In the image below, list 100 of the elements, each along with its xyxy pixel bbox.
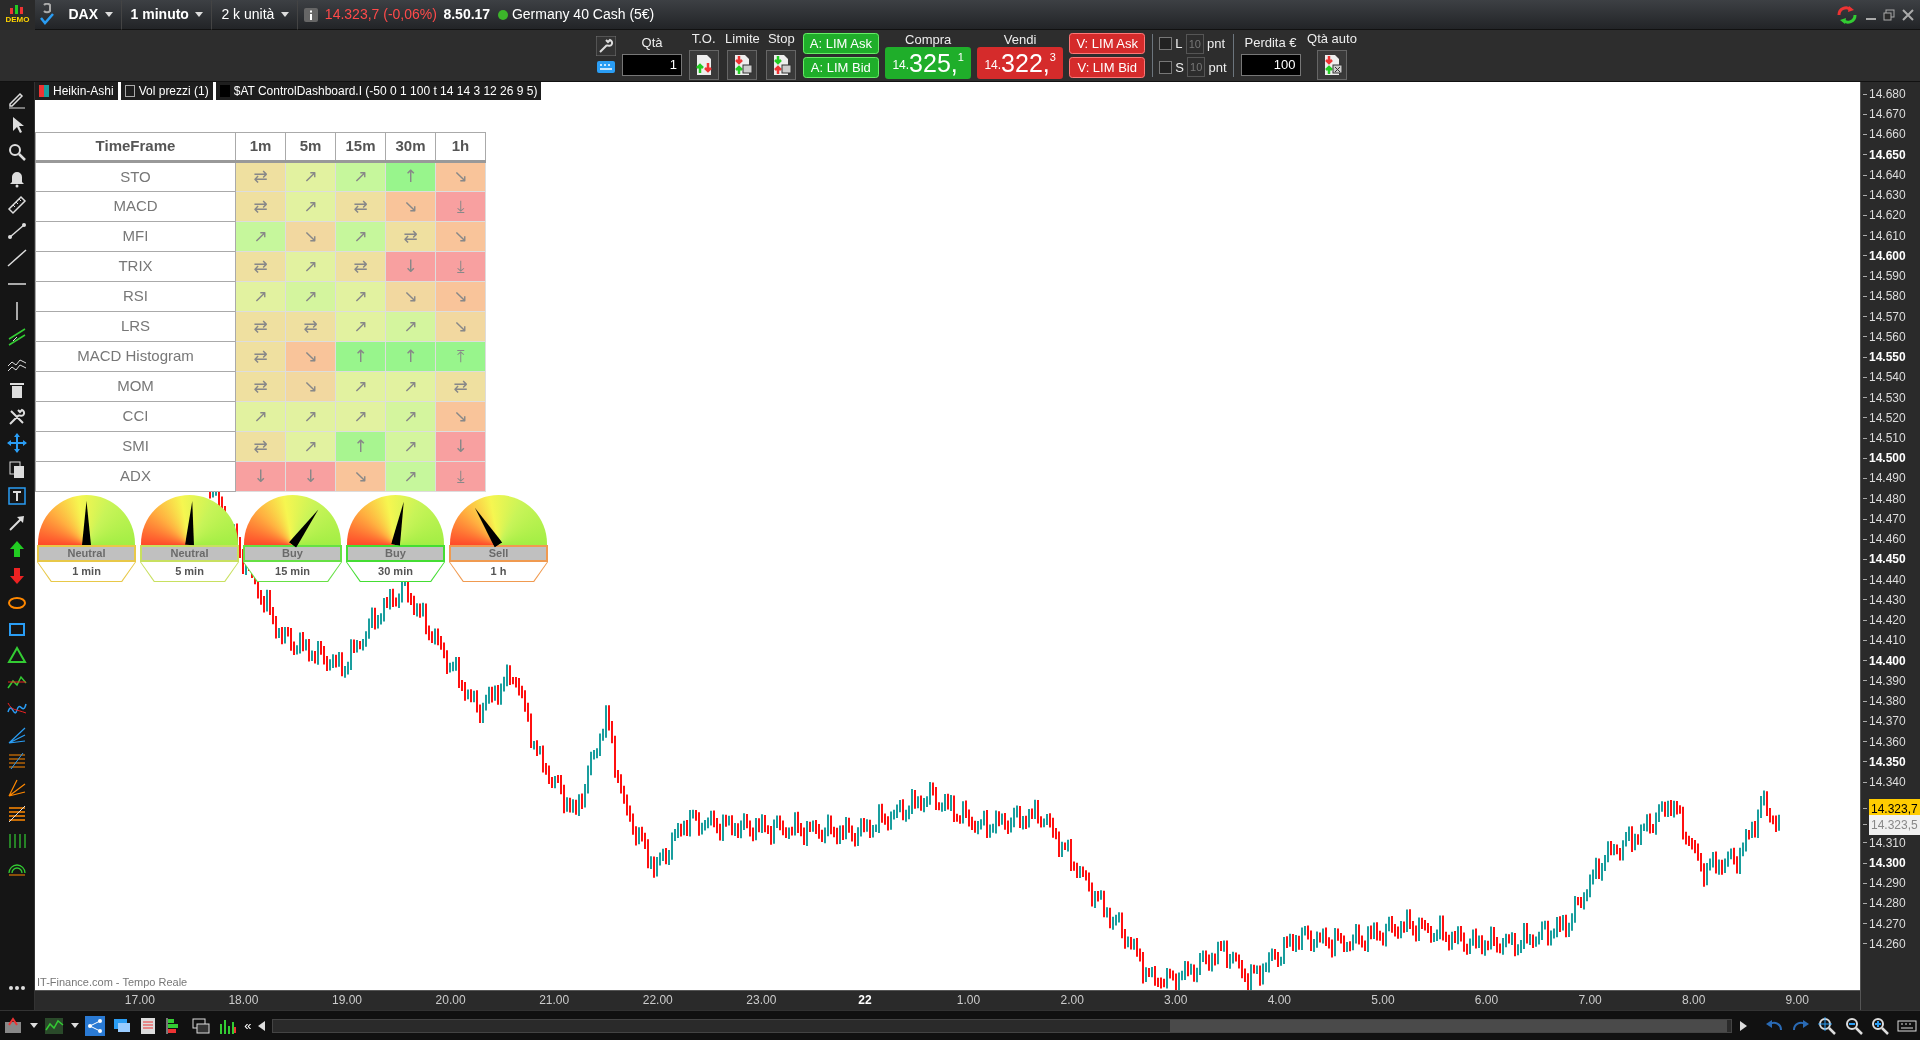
price-axis-label: 14.530 (1869, 389, 1906, 407)
keyboard-icon[interactable] (595, 59, 616, 76)
price-axis-label: 14.570 (1869, 308, 1906, 326)
more-icon[interactable] (8, 984, 26, 991)
zoom-out-icon[interactable] (1843, 1015, 1864, 1036)
zoom-fit-icon[interactable] (1817, 1015, 1838, 1036)
logo-text: DEMO (5, 13, 30, 26)
column-header: 5m (285, 132, 336, 162)
refresh-arrows-icon[interactable] (1836, 4, 1858, 25)
short-checkbox[interactable] (1159, 60, 1173, 74)
time-axis-label: 6.00 (1473, 992, 1500, 1009)
trend-arrow-cell: ↗ (285, 251, 336, 282)
close-icon[interactable] (1901, 8, 1914, 21)
trend-arrow-cell: ↘ (435, 401, 486, 432)
trend-arrow-cell: ↘ (435, 281, 486, 312)
price-axis-label: 14.270 (1869, 915, 1906, 933)
trend-arrow-cell: ↗ (385, 371, 436, 402)
units-dropdown[interactable]: 2 k unità (212, 0, 298, 30)
symbol-dropdown[interactable]: DAX (59, 0, 122, 30)
limit-order-button[interactable] (727, 49, 758, 80)
pages-icon[interactable] (7, 459, 27, 480)
price-axis-label: 14.440 (1869, 571, 1906, 589)
caret-icon[interactable] (70, 1023, 79, 1028)
unit-label: pnt (1207, 36, 1226, 52)
ruler-icon[interactable] (7, 194, 27, 215)
trash-icon[interactable] (7, 380, 27, 400)
stop-order-button[interactable] (766, 49, 797, 80)
price-axis-label: 14.430 (1869, 591, 1906, 609)
info-icon[interactable] (304, 8, 319, 23)
price-axis-label: 14.610 (1869, 227, 1906, 245)
auto-quantity-button[interactable] (1316, 49, 1347, 80)
chart-lines-icon[interactable] (44, 1015, 65, 1036)
parallel-lines-icon[interactable] (7, 327, 27, 347)
tools-icon[interactable] (7, 406, 27, 427)
indicator-name: CCI (35, 401, 236, 432)
time-axis-label: 5.00 (1370, 992, 1396, 1009)
trend-arrow-cell: ⇄ (235, 341, 286, 372)
indicator-name: MOM (35, 371, 236, 402)
stacked-lines-icon[interactable] (7, 804, 27, 824)
trend-arrow-cell: ↑ (385, 161, 436, 192)
trend-arrow-cell: ⤓ (435, 461, 486, 492)
price-axis-label: 14.420 (1869, 612, 1906, 630)
trend-arrow-cell: ↗ (335, 161, 386, 192)
toolbox-icon[interactable] (3, 1015, 24, 1036)
trend-arrow-cell: ↗ (385, 431, 436, 462)
scroll-right-icon[interactable] (1739, 1020, 1747, 1031)
signal-label: Neutral (140, 545, 239, 562)
indicator-name: MFI (35, 221, 236, 252)
up-arrow-icon[interactable] (7, 539, 27, 559)
time-axis-label: 17.00 (123, 992, 156, 1009)
status-dot-icon (496, 8, 509, 21)
trend-arrow-cell: ⇄ (335, 191, 386, 222)
trend-arrow-cell: ↑ (335, 431, 386, 462)
scroll-left-icon[interactable] (258, 1020, 266, 1031)
column-header: TimeFrame (35, 132, 236, 162)
checkbox-icon[interactable] (124, 85, 135, 97)
text-box-icon[interactable] (7, 486, 27, 506)
grid-lines-icon[interactable] (7, 751, 27, 771)
search-icon[interactable] (7, 141, 27, 162)
diagonal-line-icon[interactable] (7, 247, 27, 268)
wrench-icon[interactable] (595, 35, 616, 56)
price-axis-label: 14.280 (1869, 895, 1906, 913)
trend-arrow-cell: ↑ (385, 341, 436, 372)
time-axis-label: 1.00 (955, 992, 982, 1009)
fan-icon[interactable] (7, 777, 27, 798)
share-icon[interactable] (85, 1015, 106, 1036)
caret-icon[interactable] (195, 12, 204, 17)
trend-arrow-cell: ↗ (335, 281, 386, 312)
time-axis-label: 2.00 (1059, 992, 1085, 1009)
move-arrows-icon[interactable] (7, 433, 27, 453)
caret-icon[interactable] (104, 12, 113, 17)
quantity-field[interactable]: 1 (622, 53, 683, 76)
indicator-name: TRIX (35, 251, 236, 282)
restore-icon[interactable] (1883, 8, 1895, 21)
indicator-name: STO (35, 161, 236, 192)
caret-icon[interactable] (29, 1023, 38, 1028)
trend-arrow-cell: ⇄ (235, 191, 286, 222)
signal-label: Neutral (37, 545, 136, 562)
scrollbar[interactable] (272, 1018, 1733, 1033)
long-checkbox[interactable] (1159, 37, 1173, 51)
segment-icon[interactable] (7, 221, 27, 241)
scroll-back-button[interactable]: « (244, 1015, 252, 1036)
trend-arrow-cell: ↗ (285, 431, 336, 462)
down-arrow-icon[interactable] (7, 565, 27, 586)
limit-order-button[interactable]: V: LIM Ask (1069, 32, 1146, 54)
time-axis-label: 7.00 (1577, 992, 1603, 1009)
windows-icon[interactable] (191, 1015, 212, 1036)
triangle-icon[interactable] (7, 645, 27, 665)
to-order-button[interactable] (688, 49, 719, 80)
caret-icon[interactable] (280, 12, 289, 17)
limit-label: Limite (725, 31, 760, 47)
limit-order-button[interactable]: V: LIM Bid (1069, 57, 1146, 79)
timeframe-dropdown[interactable]: 1 minuto (121, 0, 213, 30)
column-header: 30m (385, 132, 436, 162)
price-axis-label: 14.310 (1869, 834, 1906, 852)
signal-label: Buy (243, 545, 342, 562)
trend-arrow-cell: ↓ (235, 461, 286, 492)
zoom-in-icon[interactable] (1870, 1015, 1891, 1036)
link-check-icon[interactable] (38, 2, 57, 27)
loss-field[interactable]: 100 (1240, 53, 1301, 76)
